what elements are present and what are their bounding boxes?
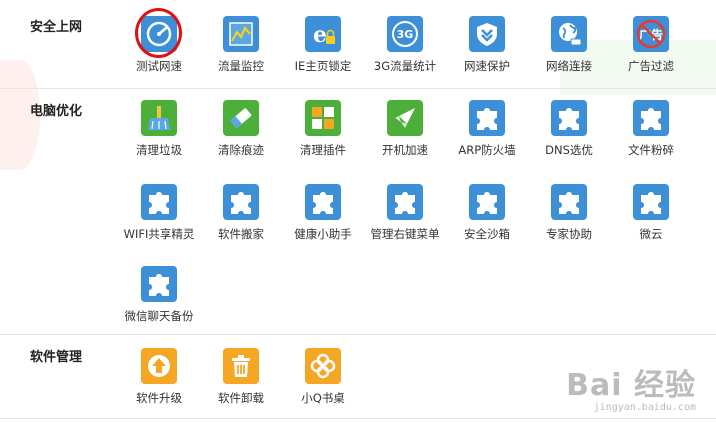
puzzle-icon — [469, 100, 505, 136]
tool-label: 安全沙箱 — [464, 227, 510, 241]
puzzle-icon — [223, 184, 259, 220]
tool-wechat-backup[interactable]: 微信聊天备份 — [118, 266, 200, 332]
tool-clean-plugins[interactable]: 清理插件 — [282, 100, 364, 166]
3g-icon: 3G — [387, 16, 423, 52]
broom-icon — [141, 100, 177, 136]
section-optimize: 电脑优化 清理垃圾 清除痕迹 清理插件 开机加速 ARP防火墙 DNS选优 文件 — [0, 100, 716, 330]
section-security: 安全上网 测试网速 流量监控 e IE主页锁定 3G 3G流量统计 网速保护 网… — [0, 8, 716, 86]
upgrade-icon — [141, 348, 177, 384]
tool-clean-junk[interactable]: 清理垃圾 — [118, 100, 200, 166]
highlight-circle — [135, 8, 182, 58]
tool-context-menu[interactable]: 管理右键菜单 — [364, 184, 446, 250]
puzzle-icon — [141, 266, 177, 302]
tool-ie-homepage-lock[interactable]: e IE主页锁定 — [282, 16, 364, 82]
section-title-security: 安全上网 — [30, 20, 83, 35]
clover-icon — [305, 348, 341, 384]
tool-software-upgrade[interactable]: 软件升级 — [118, 348, 200, 414]
tool-label: WIFI共享精灵 — [123, 227, 195, 241]
globe-icon — [551, 16, 587, 52]
baidu-jingyan-watermark: Bai 经验 jingyan.baidu.com — [566, 360, 696, 413]
puzzle-icon — [469, 184, 505, 220]
puzzle-icon — [305, 184, 341, 220]
tool-label: 开机加速 — [382, 143, 428, 157]
tool-arp-firewall[interactable]: ARP防火墙 — [446, 100, 528, 166]
tool-wifi-share[interactable]: WIFI共享精灵 — [118, 184, 200, 250]
tool-label: IE主页锁定 — [294, 59, 352, 73]
section-divider — [0, 88, 716, 89]
tool-label: 流量监控 — [218, 59, 264, 73]
tool-label: 软件升级 — [136, 391, 182, 405]
ie-lock-icon: e — [305, 16, 341, 52]
puzzle-icon — [633, 100, 669, 136]
tool-label: 清理垃圾 — [136, 143, 182, 157]
tool-label: 清除痕迹 — [218, 143, 264, 157]
tool-3g-stats[interactable]: 3G 3G流量统计 — [364, 16, 446, 82]
tool-label: 清理插件 — [300, 143, 346, 157]
tool-health-assistant[interactable]: 健康小助手 — [282, 184, 364, 250]
tool-label: DNS选优 — [545, 143, 593, 157]
tool-weiyun[interactable]: 微云 — [610, 184, 692, 250]
puzzle-icon — [551, 100, 587, 136]
eraser-icon — [223, 100, 259, 136]
tool-label: 广告过滤 — [628, 59, 674, 73]
tool-label: 微信聊天备份 — [124, 309, 194, 323]
tool-label: 软件搬家 — [218, 227, 264, 241]
tool-xiaoq-desk[interactable]: 小Q书桌 — [282, 348, 364, 414]
tool-speed-protect[interactable]: 网速保护 — [446, 16, 528, 82]
tool-expert-help[interactable]: 专家协助 — [528, 184, 610, 250]
tool-label: 健康小助手 — [294, 227, 352, 241]
tool-clear-traces[interactable]: 清除痕迹 — [200, 100, 282, 166]
tool-label: 测试网速 — [136, 59, 182, 73]
tool-traffic-monitor[interactable]: 流量监控 — [200, 16, 282, 82]
puzzle-icon — [551, 184, 587, 220]
tool-label: 网络连接 — [546, 59, 592, 73]
tool-label: 网速保护 — [464, 59, 510, 73]
section-divider — [0, 418, 716, 419]
tool-network-connection[interactable]: 网络连接 — [528, 16, 610, 82]
shield-icon — [469, 16, 505, 52]
tool-dns-optimize[interactable]: DNS选优 — [528, 100, 610, 166]
tool-software-move[interactable]: 软件搬家 — [200, 184, 282, 250]
chart-icon — [223, 16, 259, 52]
3g-icon-text: 3G — [392, 21, 418, 47]
tool-label: ARP防火墙 — [458, 143, 516, 157]
rocket-icon — [387, 100, 423, 136]
tool-label: 3G流量统计 — [373, 59, 437, 73]
tool-label: 微云 — [639, 227, 663, 241]
puzzle-icon — [141, 184, 177, 220]
plugin-icon — [305, 100, 341, 136]
section-divider — [0, 334, 716, 335]
tool-ad-filter[interactable]: 广告 广告过滤 — [610, 16, 692, 82]
tool-label: 软件卸载 — [218, 391, 264, 405]
watermark-main: Bai 经验 — [566, 368, 696, 403]
tool-software-uninstall[interactable]: 软件卸载 — [200, 348, 282, 414]
section-title-software: 软件管理 — [30, 350, 83, 365]
tool-file-shredder[interactable]: 文件粉碎 — [610, 100, 692, 166]
section-title-optimize: 电脑优化 — [30, 104, 83, 119]
tool-boot-speedup[interactable]: 开机加速 — [364, 100, 446, 166]
tool-sandbox[interactable]: 安全沙箱 — [446, 184, 528, 250]
puzzle-icon — [633, 184, 669, 220]
tool-label: 管理右键菜单 — [370, 227, 440, 241]
tool-label: 文件粉碎 — [628, 143, 674, 157]
ad-block-icon: 广告 — [633, 16, 669, 52]
tool-label: 小Q书桌 — [301, 391, 345, 405]
puzzle-icon — [387, 184, 423, 220]
svg-text:e: e — [313, 22, 327, 48]
tool-label: 专家协助 — [546, 227, 592, 241]
trash-icon — [223, 348, 259, 384]
